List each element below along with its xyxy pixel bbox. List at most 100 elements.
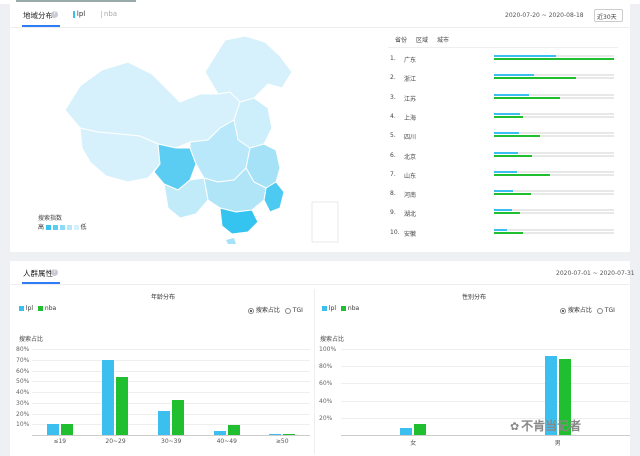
range-select-label: 近30天 (597, 14, 617, 21)
x-tick-label: 女 (410, 440, 417, 447)
ranking-row[interactable]: 3. 江苏 (388, 93, 618, 106)
watermark: ✿ 不肯当记者 (510, 417, 581, 434)
ranking-rank: 4. (390, 112, 396, 120)
ranking-row[interactable]: 7. 山东 (388, 170, 618, 183)
legend-swatch-2 (52, 225, 58, 230)
ranking-bar-nba (494, 58, 614, 60)
ranking-bar-nba (494, 231, 523, 234)
sub-tab-province[interactable]: 省份 (395, 35, 407, 44)
y-tick-label: 40% (319, 397, 333, 405)
legend-swatch-5 (73, 225, 79, 230)
grid-line (341, 349, 630, 350)
sub-tab-city[interactable]: 城市 (437, 35, 449, 44)
ranking-name: 山东 (404, 172, 417, 180)
ranking-bar-lpl (494, 151, 518, 154)
series-tab-lpl[interactable]: lpl (73, 10, 85, 18)
map-region-guangdong (219, 207, 259, 235)
grid-line (341, 366, 630, 368)
gender-legend-lpl: lpl (328, 305, 337, 312)
bar-nba[interactable] (60, 424, 73, 435)
bar-lpl[interactable] (400, 428, 413, 435)
age-legend-lpl: lpl (25, 305, 34, 312)
age-ylabel: 搜索占比 (19, 336, 44, 343)
gender-radio-tgi-label: TGI (604, 307, 615, 314)
ranking-name: 江苏 (404, 95, 417, 103)
y-tick-label: 60% (16, 367, 30, 375)
y-tick-label: 40% (16, 389, 30, 396)
ranking-bar-lpl (494, 93, 529, 96)
bar-lpl[interactable] (269, 433, 282, 435)
crowd-date-range: 2020-07-01 ~ 2020-07-31 (556, 270, 635, 277)
bar-nba[interactable] (172, 399, 184, 435)
y-tick-label: 100% (319, 346, 337, 353)
gender-radio-group: 搜索占比 TGI (560, 305, 615, 314)
ranking-name: 广东 (404, 57, 417, 64)
map-region-north-china (233, 97, 273, 149)
info-icon[interactable]: ? (51, 269, 58, 276)
age-radio-tgi[interactable] (284, 307, 291, 314)
ranking-bar-lpl (494, 132, 520, 135)
grid-line (32, 413, 310, 415)
nba-marker (101, 11, 102, 18)
gender-legend-nba-swatch (341, 306, 346, 311)
ranking-bar-lpl (494, 55, 557, 57)
ranking-row[interactable]: 6. 北京 (388, 151, 618, 164)
sub-tab-divider (388, 47, 618, 48)
ranking-name: 四川 (404, 134, 417, 142)
ranking-row[interactable]: 10. 安徽 (388, 228, 618, 241)
age-chart-title: 年龄分布 (151, 294, 176, 301)
ranking-bar-lpl (494, 170, 517, 173)
sub-tab-area[interactable]: 区域 (416, 35, 428, 44)
ranking-bar-lpl (494, 112, 521, 115)
legend-high-label: 高 (38, 224, 45, 231)
age-radio-share[interactable] (248, 307, 254, 314)
south-sea-inset (311, 201, 339, 243)
y-tick-label: 20% (319, 414, 333, 422)
wechat-icon: ✿ (510, 420, 520, 433)
bar-lpl[interactable] (158, 411, 170, 435)
ranking-row[interactable]: 8. 河南 (388, 190, 618, 202)
bar-nba[interactable] (116, 376, 129, 435)
series-tab-nba[interactable]: nba (101, 10, 117, 18)
gender-legend: lpl nba (322, 305, 359, 312)
ranking-row[interactable]: 5. 四川 (388, 132, 618, 144)
ranking-bar-lpl (494, 228, 508, 231)
ranking-bar-lpl (494, 190, 514, 193)
gender-radio-share[interactable] (560, 307, 566, 314)
crowd-panel: 人群属性 ? 2020-07-01 ~ 2020-07-31 年龄分布 lpl … (10, 261, 635, 456)
ranking-row[interactable]: 9. 湖北 (388, 209, 618, 221)
ranking-rank: 1. (390, 55, 396, 62)
grid-line (32, 402, 310, 404)
ranking-rank: 2. (390, 74, 396, 82)
x-tick-label: ≥50 (275, 438, 289, 445)
gender-radio-share-label: 搜索占比 (567, 307, 592, 314)
region-title[interactable]: 地域分布 (23, 10, 53, 21)
bar-nba[interactable] (283, 433, 296, 435)
ranking-row[interactable]: 1. 广东 (388, 55, 618, 67)
ranking-rank: 5. (390, 132, 396, 140)
bar-lpl[interactable] (102, 359, 115, 435)
x-tick-label: 20~29 (105, 438, 126, 445)
region-panel: 地域分布 ? lpl nba 2020-07-20 ~ 2020-08-18 近… (10, 4, 630, 252)
legend-swatch-3 (59, 225, 65, 230)
ranking-name: 浙江 (404, 76, 417, 84)
series-tab-nba-label: nba (103, 10, 118, 18)
crowd-title[interactable]: 人群属性 (23, 268, 53, 279)
age-legend-lpl-swatch (19, 306, 24, 311)
x-tick-label: 30~39 (161, 438, 182, 445)
ranking-bar-nba (494, 115, 523, 118)
bar-lpl[interactable] (213, 430, 226, 435)
ranking-row[interactable]: 4. 上海 (388, 112, 618, 125)
bar-lpl[interactable] (46, 424, 59, 435)
ranking-row[interactable]: 2. 浙江 (388, 74, 618, 86)
gender-legend-lpl-swatch (322, 306, 327, 311)
y-tick-label: 30% (16, 399, 30, 407)
age-radio-group: 搜索占比 TGI (248, 305, 303, 314)
info-icon[interactable]: ? (51, 11, 58, 18)
legend-low-label: 低 (80, 224, 87, 231)
gender-radio-tgi[interactable] (596, 307, 603, 314)
china-map[interactable] (40, 32, 340, 244)
bar-nba[interactable] (227, 425, 240, 435)
bar-nba[interactable] (414, 423, 427, 435)
ranking-rank: 10. (390, 228, 400, 236)
